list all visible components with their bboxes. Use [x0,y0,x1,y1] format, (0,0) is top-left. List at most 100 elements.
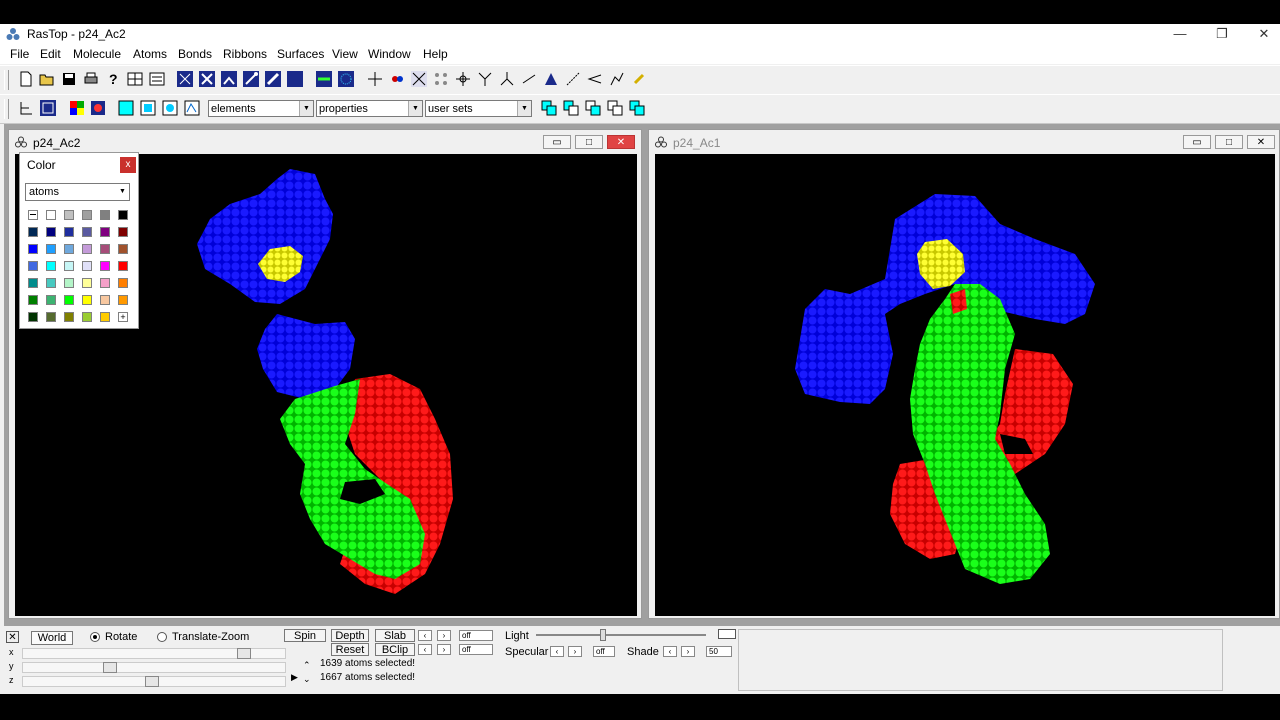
reset-button[interactable]: Reset [331,643,369,656]
bclip-value-field[interactable]: off [459,644,493,655]
color-swatch[interactable] [46,227,56,237]
light-slider[interactable] [536,634,706,636]
select-group-icon[interactable] [162,100,178,116]
menu-window[interactable]: Window [368,47,411,61]
color-swatch[interactable] [82,278,92,288]
color-swatch[interactable] [46,210,56,220]
shade-increase-icon[interactable]: › [681,646,695,657]
bclip-increase-icon[interactable]: › [437,644,451,655]
light-preview-icon[interactable] [718,629,736,639]
slab-value-field[interactable]: off [459,630,493,641]
color-swatch[interactable] [28,261,38,271]
command-line-icon[interactable] [149,71,165,87]
pick-angle-icon[interactable] [477,71,493,87]
color-swatch[interactable] [46,278,56,288]
menu-help[interactable]: Help [423,47,448,61]
specular-value-field[interactable]: off [593,646,615,657]
color-swatch[interactable] [82,261,92,271]
child-close-button[interactable]: ✕ [607,135,635,149]
color-swatch[interactable] [28,312,38,322]
menu-view[interactable]: View [332,47,358,61]
cartoon-icon[interactable] [316,71,332,87]
shade-decrease-icon[interactable]: ‹ [663,646,677,657]
pick-ident-icon[interactable] [389,71,405,87]
bclip-button[interactable]: BClip [375,643,415,656]
slab-increase-icon[interactable]: › [437,630,451,641]
color-panel[interactable]: Color x atoms ▼ + [19,152,139,329]
properties-combo[interactable]: properties ▼ [316,100,423,117]
color-swatch[interactable] [118,278,128,288]
selection-add-icon[interactable] [541,100,557,116]
color-swatch[interactable] [28,227,38,237]
select-all-icon[interactable] [118,100,134,116]
color-palette-icon[interactable] [69,100,85,116]
menu-bonds[interactable]: Bonds [178,47,212,61]
highlight-icon[interactable] [631,71,647,87]
color-swatch[interactable] [28,244,38,254]
minimize-button[interactable]: — [1165,25,1195,43]
pick-monitor-icon[interactable] [565,71,581,87]
help-icon[interactable]: ? [105,71,121,87]
molecule-window-p24-ac1[interactable]: p24_Ac1 ▭ □ ✕ [648,129,1280,619]
child-maximize-button[interactable]: □ [575,135,603,149]
restore-button[interactable]: ❐ [1207,25,1237,43]
color-swatch[interactable] [64,244,74,254]
color-swatch[interactable] [82,210,92,220]
color-swatch[interactable] [100,261,110,271]
pick-coord-icon[interactable] [587,71,603,87]
color-swatch[interactable] [118,295,128,305]
spacefill-icon[interactable] [287,71,303,87]
color-panel-close-button[interactable]: x [120,157,136,173]
molecule-render-2[interactable] [655,154,1275,616]
color-swatch[interactable] [118,261,128,271]
z-slider-thumb[interactable] [145,676,159,687]
no-color-swatch[interactable] [28,210,38,220]
color-swatch[interactable] [46,312,56,322]
print-icon[interactable] [83,71,99,87]
specular-decrease-icon[interactable]: ‹ [550,646,564,657]
color-swatch[interactable] [100,278,110,288]
background-color-icon[interactable] [90,100,106,116]
color-swatch[interactable] [82,244,92,254]
color-swatch[interactable] [82,312,92,322]
elements-combo[interactable]: elements ▼ [208,100,314,117]
pick-label-icon[interactable] [543,71,559,87]
new-file-icon[interactable] [18,71,34,87]
shade-value-field[interactable]: 50 [706,646,732,657]
pick-chain-icon[interactable] [609,71,625,87]
color-swatch[interactable] [82,295,92,305]
color-swatch[interactable] [28,295,38,305]
color-swatch[interactable] [100,295,110,305]
color-swatch[interactable] [100,210,110,220]
color-swatch[interactable] [64,210,74,220]
wireframe-icon[interactable] [177,71,193,87]
color-swatch[interactable] [82,227,92,237]
pick-atom-icon[interactable] [367,71,383,87]
child2-maximize-button[interactable]: □ [1215,135,1243,149]
color-swatch[interactable] [118,227,128,237]
color-swatch[interactable] [64,227,74,237]
play-arrow-icon[interactable]: ▶ [291,672,298,683]
open-folder-icon[interactable] [39,71,55,87]
child-minimize-button[interactable]: ▭ [543,135,571,149]
scroll-up-icon[interactable]: ⌃ [303,660,311,671]
axes-icon[interactable] [18,100,34,116]
select-chain-icon[interactable] [184,100,200,116]
select-atoms-icon[interactable] [140,100,156,116]
selection-hide-icon[interactable] [629,100,645,116]
child2-minimize-button[interactable]: ▭ [1183,135,1211,149]
world-mode-button[interactable]: World [31,631,73,645]
translate-zoom-radio[interactable] [157,632,167,642]
x-rotation-slider[interactable] [22,648,286,659]
color-swatch[interactable] [64,278,74,288]
y-slider-thumb[interactable] [103,662,117,673]
backbone-icon[interactable] [199,71,215,87]
spin-button[interactable]: Spin [284,629,326,642]
dots-surface-icon[interactable] [338,71,354,87]
color-swatch[interactable] [100,227,110,237]
custom-color-add-icon[interactable]: + [118,312,128,322]
ball-stick-icon[interactable] [243,71,259,87]
pick-group-icon[interactable] [433,71,449,87]
selection-remove-icon[interactable] [563,100,579,116]
pick-bond-icon[interactable] [521,71,537,87]
